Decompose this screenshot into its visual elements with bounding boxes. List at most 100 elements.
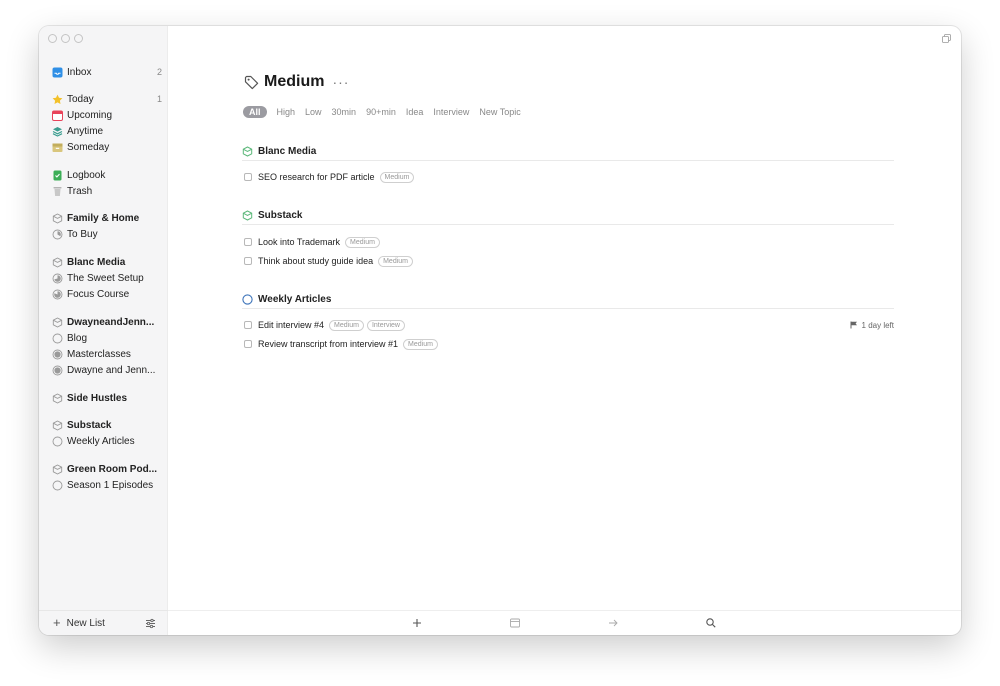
area-cube-icon <box>242 210 253 221</box>
tag-chip: Medium <box>329 319 364 331</box>
area-cube-icon <box>242 146 253 157</box>
sidebar-item-label: The Sweet Setup <box>67 272 144 284</box>
zoom-window-button[interactable] <box>74 34 83 43</box>
new-list-label: New List <box>66 617 105 629</box>
filter-30min[interactable]: 30min <box>332 107 357 117</box>
sidebar-item-anytime[interactable]: Anytime <box>52 123 162 139</box>
filter-high[interactable]: High <box>277 107 296 117</box>
sidebar-item-label: Someday <box>67 141 110 153</box>
sidebar-project-focus-course[interactable]: Focus Course <box>52 286 162 302</box>
project-progress-icon <box>52 349 63 359</box>
layers-icon <box>52 126 63 137</box>
todo-checkbox[interactable] <box>244 238 252 246</box>
area-cube-icon <box>52 256 63 268</box>
project-progress-icon <box>52 289 63 299</box>
todo-item[interactable]: SEO research for PDF article Medium <box>244 170 894 184</box>
archive-box-icon <box>52 143 63 152</box>
tag-filter-bar: All High Low 30min 90+min Idea Interview… <box>243 106 531 118</box>
project-ring-icon <box>52 333 63 343</box>
sidebar-project-the-sweet-setup[interactable]: The Sweet Setup <box>52 270 162 286</box>
minimize-window-button[interactable] <box>61 34 70 43</box>
section-header-substack[interactable]: Substack <box>242 207 894 225</box>
section-title: Weekly Articles <box>258 294 332 305</box>
project-progress-icon <box>52 365 63 375</box>
sidebar-item-label: Trash <box>67 185 93 197</box>
new-list-button[interactable]: + New List <box>53 616 105 629</box>
page-title: Medium <box>264 73 325 90</box>
project-ring-icon <box>52 480 63 490</box>
section-title: Blanc Media <box>258 146 317 157</box>
filter-90min[interactable]: 90+min <box>366 107 396 117</box>
todo-title: Edit interview #4 <box>258 320 325 330</box>
more-options-button[interactable]: ··· <box>332 74 349 90</box>
sidebar-item-label: Blanc Media <box>67 256 126 268</box>
logbook-icon <box>53 170 62 180</box>
sidebar-item-someday[interactable]: Someday <box>52 139 162 155</box>
app-window: Inbox 2 Today 1 Upcoming Anytime Someday… <box>39 26 961 635</box>
sidebar-item-today[interactable]: Today 1 <box>52 91 162 107</box>
sidebar-item-label: Blog <box>67 332 88 344</box>
deadline-indicator: 1 day left <box>850 321 894 330</box>
filter-interview[interactable]: Interview <box>433 107 469 117</box>
sidebar-item-inbox[interactable]: Inbox 2 <box>52 64 162 80</box>
sidebar-item-logbook[interactable]: Logbook <box>52 167 162 183</box>
deadline-text: 1 day left <box>861 320 894 330</box>
project-ring-icon <box>52 436 63 446</box>
todo-item[interactable]: Think about study guide idea Medium <box>244 254 894 268</box>
sidebar-area-green-room-pod[interactable]: Green Room Pod... <box>52 461 162 477</box>
arrow-right-icon[interactable] <box>607 617 619 629</box>
duplicate-window-icon[interactable] <box>942 34 951 43</box>
inbox-icon <box>52 67 63 77</box>
sidebar-project-blog[interactable]: Blog <box>52 330 162 346</box>
sidebar-item-label: Anytime <box>67 125 104 137</box>
sidebar-item-label: Focus Course <box>67 288 130 300</box>
sidebar-project-masterclasses[interactable]: Masterclasses <box>52 346 162 362</box>
sliders-icon[interactable] <box>145 618 156 629</box>
sidebar-item-trash[interactable]: Trash <box>52 183 162 199</box>
filter-idea[interactable]: Idea <box>406 107 424 117</box>
sidebar-item-label: Dwayne and Jenn... <box>67 364 156 376</box>
section-header-weekly-articles[interactable]: Weekly Articles <box>242 291 894 309</box>
tag-chip: Interview <box>366 319 405 331</box>
inbox-count: 2 <box>156 67 162 77</box>
sidebar-item-upcoming[interactable]: Upcoming <box>52 107 162 123</box>
list-header: Medium ··· <box>244 73 349 91</box>
close-window-button[interactable] <box>48 34 57 43</box>
todo-title: Look into Trademark <box>258 237 341 247</box>
sidebar-area-side-hustles[interactable]: Side Hustles <box>52 390 162 406</box>
sidebar-item-label: Today <box>67 93 94 105</box>
sidebar-area-blanc-media[interactable]: Blanc Media <box>52 254 162 270</box>
tag-icon <box>244 75 259 89</box>
todo-item[interactable]: Look into Trademark Medium <box>244 235 894 249</box>
tag-chip: Medium <box>379 171 415 183</box>
filter-low[interactable]: Low <box>305 107 322 117</box>
search-icon[interactable] <box>705 617 717 629</box>
flag-icon <box>850 321 857 329</box>
area-cube-icon <box>52 463 63 475</box>
sidebar-area-family-home[interactable]: Family & Home <box>52 210 162 226</box>
todo-checkbox[interactable] <box>244 321 252 329</box>
section-header-blanc-media[interactable]: Blanc Media <box>242 143 894 161</box>
sidebar-footer: + New List <box>39 610 168 635</box>
sidebar-area-dwayneandjenn[interactable]: DwayneandJenn... <box>52 314 162 330</box>
sidebar-area-substack[interactable]: Substack <box>52 417 162 433</box>
area-cube-icon <box>52 316 63 328</box>
sidebar-project-to-buy[interactable]: To Buy <box>52 226 162 242</box>
area-cube-icon <box>52 392 63 404</box>
sidebar-item-label: Weekly Articles <box>67 435 135 447</box>
todo-title: SEO research for PDF article <box>258 172 375 182</box>
plus-icon[interactable] <box>411 617 423 629</box>
sidebar-project-dwayne-and-jenn[interactable]: Dwayne and Jenn... <box>52 362 162 378</box>
todo-item[interactable]: Review transcript from interview #1 Medi… <box>244 337 894 351</box>
todo-checkbox[interactable] <box>244 340 252 348</box>
sidebar-project-weekly-articles[interactable]: Weekly Articles <box>52 433 162 449</box>
filter-all[interactable]: All <box>243 106 267 118</box>
todo-checkbox[interactable] <box>244 257 252 265</box>
section-title: Substack <box>258 210 303 221</box>
todo-checkbox[interactable] <box>244 173 252 181</box>
todo-item[interactable]: Edit interview #4 Medium Interview 1 day… <box>244 318 894 332</box>
sidebar-project-season-1-episodes[interactable]: Season 1 Episodes <box>52 477 162 493</box>
calendar-icon[interactable] <box>509 617 521 629</box>
tag-chip: Medium <box>378 255 413 267</box>
filter-new-topic[interactable]: New Topic <box>479 107 520 117</box>
